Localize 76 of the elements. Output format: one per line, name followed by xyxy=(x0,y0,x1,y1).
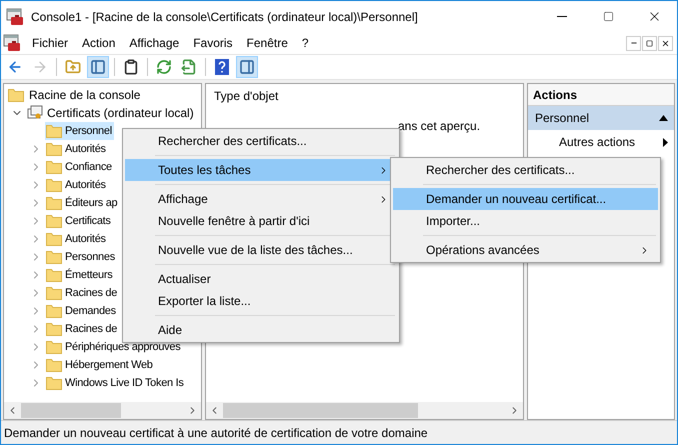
tree-item[interactable]: Windows Live ID Token Is xyxy=(45,374,186,392)
close-icon xyxy=(661,38,670,48)
folder-icon xyxy=(46,178,62,192)
folder-icon xyxy=(46,358,62,372)
folder-icon xyxy=(46,340,62,354)
mdi-close-button[interactable] xyxy=(658,36,673,50)
tree-item[interactable]: Personnes xyxy=(45,248,117,266)
action-pane-icon xyxy=(239,59,255,75)
folder-icon xyxy=(46,232,62,246)
console-icon xyxy=(3,34,21,52)
refresh-icon xyxy=(156,59,172,75)
help-icon xyxy=(215,59,229,75)
menu-item[interactable]: Fichier xyxy=(25,33,76,53)
tree-item[interactable]: Autorités xyxy=(45,140,108,158)
tree-item[interactable]: Hébergement Web xyxy=(45,356,155,374)
tree-item[interactable]: Certificats xyxy=(45,212,113,230)
clipboard-icon xyxy=(123,59,139,75)
folder-icon xyxy=(46,322,62,336)
tree-item[interactable]: Certificats (ordinateur local) xyxy=(47,104,194,122)
horizontal-scrollbar[interactable] xyxy=(4,402,201,419)
minimize-icon xyxy=(557,16,567,17)
menu-item[interactable]: Importer... xyxy=(393,210,658,232)
tree-item[interactable]: Périphériques approuves xyxy=(45,338,182,356)
tree-item[interactable]: Émetteurs xyxy=(45,266,114,284)
folder-icon xyxy=(46,196,62,210)
menu-item[interactable]: Aide xyxy=(125,319,397,341)
folder-icon xyxy=(46,304,62,318)
folder-icon xyxy=(46,268,62,282)
menu-item[interactable]: Exporter la liste... xyxy=(125,290,397,312)
tree-item[interactable]: Autorités xyxy=(45,176,108,194)
export-list-icon xyxy=(181,59,197,75)
status-text: Demander un nouveau certificat à une autorité de certification de votre domaine xyxy=(4,424,428,442)
empty-message: ans cet aperçu. xyxy=(398,119,480,133)
folder-icon xyxy=(46,214,62,228)
folder-up-icon xyxy=(65,59,81,75)
action-pane-button[interactable] xyxy=(236,56,258,78)
column-header[interactable]: Type d'objet xyxy=(206,84,523,108)
menu-item[interactable]: ? xyxy=(294,33,316,53)
menu-item[interactable]: Actualiser xyxy=(125,268,397,290)
action-item[interactable]: Autres actions xyxy=(528,130,674,154)
folder-icon xyxy=(46,286,62,300)
tree-item[interactable]: Confiance xyxy=(45,158,114,176)
menu-item[interactable]: Rechercher des certificats... xyxy=(125,130,397,152)
maximize-icon xyxy=(602,11,614,22)
window-title: Console1 - [Racine de la console\Certificats (ordinateur local)\Personnel] xyxy=(31,8,419,26)
tree-pane-icon xyxy=(90,59,106,75)
mdi-restore-button[interactable] xyxy=(642,36,657,50)
menu-item[interactable]: Affichage xyxy=(122,33,186,53)
folder-icon xyxy=(8,88,24,102)
tree-item[interactable]: Éditeurs ap xyxy=(45,194,120,212)
tree-item[interactable]: Racines de xyxy=(45,284,120,302)
tree-item[interactable]: Demandes xyxy=(45,302,118,320)
folder-icon xyxy=(46,142,62,156)
pane-title: Actions xyxy=(533,86,578,104)
horizontal-scrollbar[interactable] xyxy=(206,402,523,419)
collapse-triangle-icon xyxy=(659,115,668,121)
tree-pane-button[interactable] xyxy=(87,56,109,78)
certificate-icon xyxy=(27,105,43,121)
submenu-triangle-icon xyxy=(663,138,668,146)
tree-item[interactable]: Racines de xyxy=(45,320,120,338)
actions-section-header[interactable]: Personnel xyxy=(528,106,674,130)
folder-icon xyxy=(46,160,62,174)
menu-item[interactable]: Demander un nouveau certificat... xyxy=(393,188,658,210)
menu-item[interactable]: Fenêtre xyxy=(240,33,295,53)
folder-icon xyxy=(46,124,62,138)
console-icon xyxy=(6,8,24,26)
folder-icon xyxy=(46,250,62,264)
menu-item[interactable]: Favoris xyxy=(186,33,240,53)
menu-item[interactable]: Action xyxy=(75,33,122,53)
menu-item[interactable]: Opérations avancées xyxy=(393,239,658,261)
restore-icon xyxy=(646,40,653,46)
tree-item[interactable]: Racine de la console xyxy=(29,86,140,104)
tree-item[interactable]: Personnel xyxy=(45,122,114,140)
mdi-minimize-button[interactable] xyxy=(626,36,641,50)
tree-item[interactable]: Autorités xyxy=(45,230,108,248)
folder-icon xyxy=(46,376,62,390)
